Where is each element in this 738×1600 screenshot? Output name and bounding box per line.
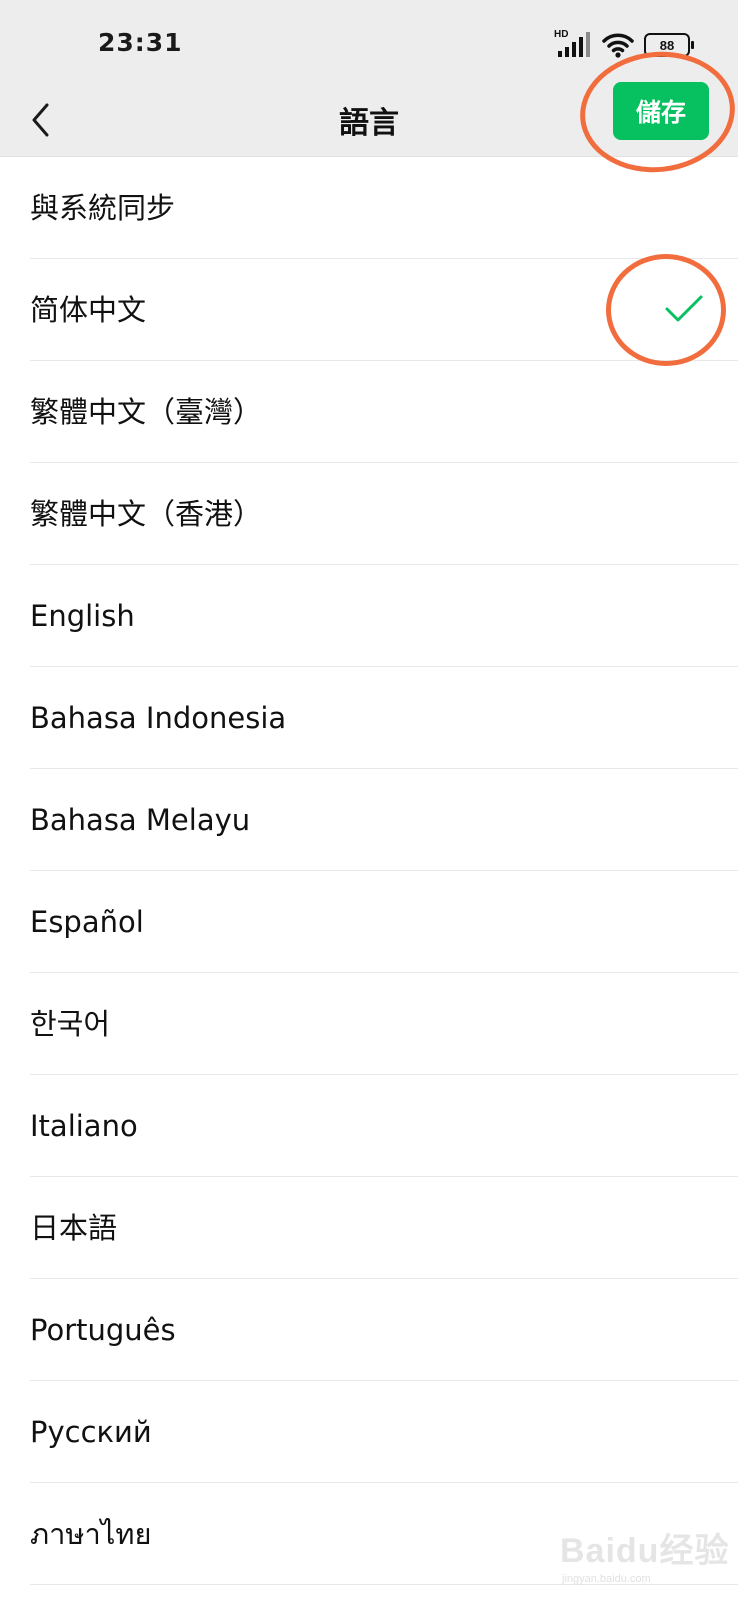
language-option-label: Português [30,1313,176,1347]
language-option[interactable]: Português [0,1279,738,1381]
save-button[interactable]: 儲存 [613,82,709,140]
language-option[interactable]: 繁體中文（臺灣） [0,361,738,463]
language-option-label: Español [30,905,144,939]
language-option-label: ภาษาไทย [30,1517,152,1551]
language-option[interactable]: 與系統同步 [0,157,738,259]
language-option-label: Русский [30,1415,152,1449]
language-option-label: 日本語 [30,1211,118,1245]
language-option[interactable]: 한국어 [0,973,738,1075]
language-option-label: Bahasa Melayu [30,803,251,837]
language-option-label: 한국어 [30,1007,111,1041]
language-option-label: 简体中文 [30,293,147,327]
language-option[interactable]: Italiano [0,1075,738,1177]
language-option-label: 繁體中文（臺灣） [30,395,263,429]
language-option[interactable]: Bahasa Melayu [0,769,738,871]
battery-icon: 88 [644,33,694,57]
language-option-label: 與系統同步 [30,191,176,225]
language-option[interactable]: 简体中文 [0,259,738,361]
wifi-icon [602,32,634,58]
language-option[interactable]: 日本語 [0,1177,738,1279]
language-option-label: Italiano [30,1109,138,1143]
status-bar: 23:31 HD 88 [0,0,738,86]
language-option[interactable]: Español [0,871,738,973]
language-option[interactable]: ภาษาไทย [0,1483,738,1585]
language-option[interactable]: Русский [0,1381,738,1483]
language-option[interactable]: English [0,565,738,667]
language-option-label: Bahasa Indonesia [30,701,287,735]
language-option-label: English [30,599,135,633]
language-option[interactable]: 繁體中文（香港） [0,463,738,565]
status-icons: HD 88 [554,29,694,60]
language-list: 與系統同步简体中文繁體中文（臺灣） 繁體中文（香港） English Bahasa I… [0,157,738,1585]
network-label: HD [554,29,569,40]
checkmark-icon [665,295,703,322]
cellular-signal-icon: HD [554,29,592,59]
battery-level: 88 [659,37,675,53]
status-time: 23:31 [98,28,183,57]
language-option-label: 繁體中文（香港） [30,497,263,531]
language-option[interactable]: Bahasa Indonesia [0,667,738,769]
